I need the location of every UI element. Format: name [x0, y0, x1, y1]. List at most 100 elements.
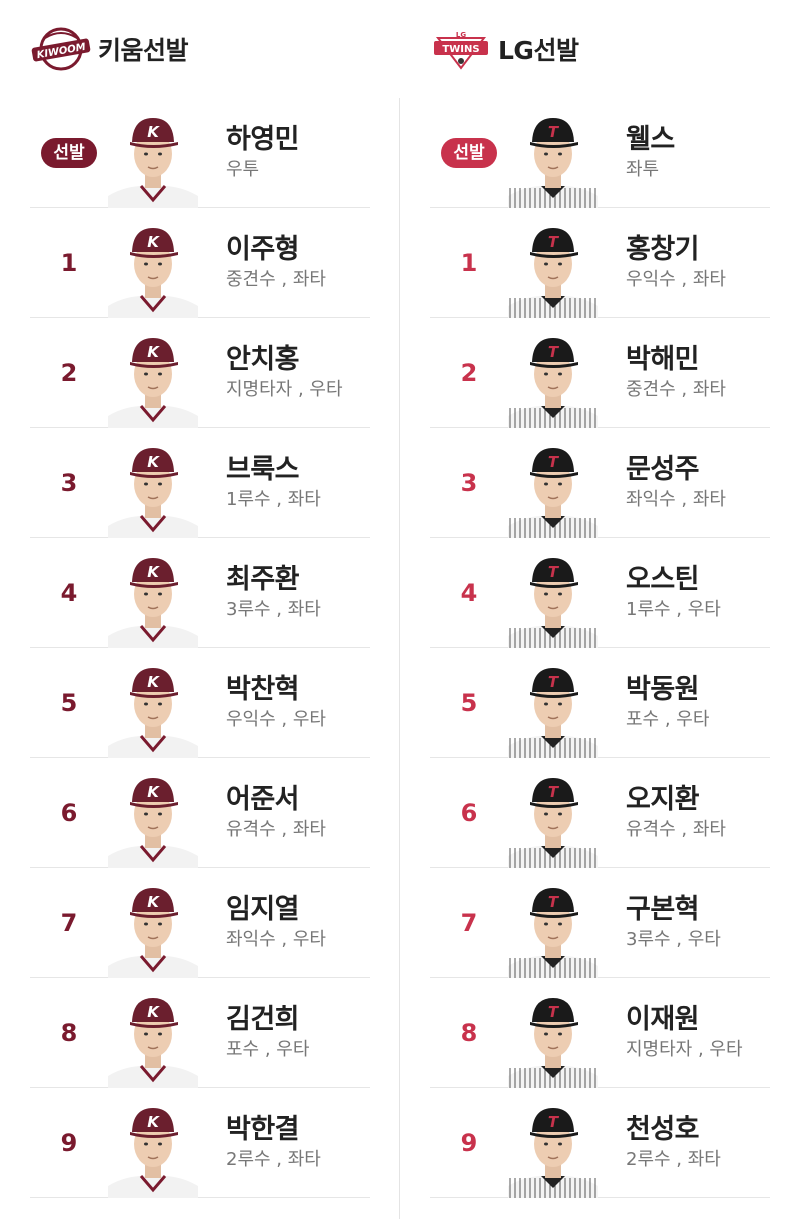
- player-row[interactable]: 6 K 어준서 유격수 , 좌타: [30, 758, 370, 868]
- player-row[interactable]: 1 T 홍창기 우익수 , 좌타: [430, 208, 770, 318]
- player-photo[interactable]: T: [508, 771, 598, 868]
- player-row[interactable]: 5 T 박동원 포수 , 우타: [430, 648, 770, 758]
- player-position-hand: 2루수 , 좌타: [626, 1148, 721, 1170]
- player-row[interactable]: 7 K 임지열 좌익수 , 우타: [30, 868, 370, 978]
- svg-text:K: K: [147, 1003, 160, 1021]
- player-name[interactable]: 이재원: [626, 1003, 743, 1037]
- player-row[interactable]: 8 K 김건희 포수 , 우타: [30, 978, 370, 1088]
- player-row[interactable]: 8 T 이재원 지명타자 , 우타: [430, 978, 770, 1088]
- svg-text:T: T: [548, 893, 560, 911]
- player-info: 이재원 지명타자 , 우타: [626, 1003, 743, 1063]
- player-name[interactable]: 문성주: [626, 453, 726, 487]
- player-name[interactable]: 하영민: [226, 123, 300, 157]
- starter-badge: 선발: [41, 137, 97, 168]
- batting-order-cell: 7: [30, 909, 108, 937]
- player-row[interactable]: 선발 T 웰스 좌투: [430, 98, 770, 208]
- player-photo[interactable]: T: [508, 661, 598, 758]
- player-photo[interactable]: K: [108, 551, 198, 648]
- svg-text:K: K: [147, 1113, 160, 1131]
- player-name[interactable]: 박한결: [226, 1113, 321, 1147]
- player-photo[interactable]: T: [508, 331, 598, 428]
- batting-order-cell: 3: [430, 469, 508, 497]
- player-name[interactable]: 박해민: [626, 343, 726, 377]
- player-photo[interactable]: K: [108, 771, 198, 868]
- player-name[interactable]: 최주환: [226, 563, 321, 597]
- player-name[interactable]: 천성호: [626, 1113, 721, 1147]
- player-row[interactable]: 3 K 브룩스 1루수 , 좌타: [30, 428, 370, 538]
- player-row[interactable]: 4 T 오스틴 1루수 , 우타: [430, 538, 770, 648]
- batting-order-cell: 2: [430, 359, 508, 387]
- player-photo[interactable]: K: [108, 881, 198, 978]
- batting-order-number: 5: [460, 688, 478, 717]
- player-photo[interactable]: T: [508, 551, 598, 648]
- player-name[interactable]: 이주형: [226, 233, 326, 267]
- svg-text:T: T: [548, 673, 560, 691]
- player-photo[interactable]: T: [508, 111, 598, 208]
- player-photo[interactable]: T: [508, 441, 598, 538]
- player-info: 최주환 3루수 , 좌타: [226, 563, 321, 623]
- player-name[interactable]: 브룩스: [226, 453, 321, 487]
- player-row[interactable]: 3 T 문성주 좌익수 , 좌타: [430, 428, 770, 538]
- batting-order-cell: 선발: [30, 137, 108, 168]
- batting-order-cell: 4: [30, 579, 108, 607]
- player-row[interactable]: 선발 K 하영민 우투: [30, 98, 370, 208]
- player-row[interactable]: 2 K 안치홍 지명타자 , 우타: [30, 318, 370, 428]
- svg-text:T: T: [548, 233, 560, 251]
- batting-order-number: 3: [60, 468, 78, 497]
- team-header: LG TWINS LG선발: [430, 0, 770, 98]
- batting-order-cell: 3: [30, 469, 108, 497]
- player-name[interactable]: 어준서: [226, 783, 326, 817]
- player-name[interactable]: 안치홍: [226, 343, 343, 377]
- player-position-hand: 지명타자 , 우타: [226, 378, 343, 400]
- player-photo[interactable]: T: [508, 1101, 598, 1198]
- kiwoom-logo-icon: KIWOOM: [30, 24, 92, 74]
- player-photo[interactable]: T: [508, 221, 598, 318]
- player-position-hand: 좌투: [626, 158, 660, 180]
- svg-text:K: K: [147, 893, 160, 911]
- svg-text:T: T: [548, 783, 560, 801]
- batting-order-cell: 1: [30, 249, 108, 277]
- player-info: 구본혁 3루수 , 우타: [626, 893, 721, 953]
- player-row[interactable]: 2 T 박해민 중견수 , 좌타: [430, 318, 770, 428]
- svg-text:K: K: [147, 123, 160, 141]
- player-row[interactable]: 7 T 구본혁 3루수 , 우타: [430, 868, 770, 978]
- player-photo[interactable]: K: [108, 221, 198, 318]
- player-photo[interactable]: K: [108, 331, 198, 428]
- batting-order-cell: 선발: [430, 137, 508, 168]
- batting-order-cell: 4: [430, 579, 508, 607]
- player-row[interactable]: 9 K 박한결 2루수 , 좌타: [30, 1088, 370, 1198]
- player-row[interactable]: 5 K 박찬혁 우익수 , 우타: [30, 648, 370, 758]
- player-photo[interactable]: K: [108, 1101, 198, 1198]
- player-name[interactable]: 박동원: [626, 673, 709, 707]
- player-info: 천성호 2루수 , 좌타: [626, 1113, 721, 1173]
- player-name[interactable]: 김건희: [226, 1003, 309, 1037]
- player-position-hand: 1루수 , 좌타: [226, 488, 321, 510]
- player-photo[interactable]: K: [108, 111, 198, 208]
- svg-text:K: K: [147, 563, 160, 581]
- lg-lineup: LG TWINS LG선발 선발 T 웰스 좌투 1 T 홍창기 우익수 , 좌타 2 T 박해민 중…: [430, 0, 770, 1198]
- svg-text:K: K: [147, 343, 160, 361]
- team-title: 키움선발: [98, 36, 189, 65]
- svg-text:T: T: [548, 1113, 560, 1131]
- player-position-hand: 3루수 , 우타: [626, 928, 721, 950]
- player-name[interactable]: 구본혁: [626, 893, 721, 927]
- player-row[interactable]: 1 K 이주형 중견수 , 좌타: [30, 208, 370, 318]
- player-position-hand: 포수 , 우타: [226, 1038, 310, 1060]
- player-row[interactable]: 4 K 최주환 3루수 , 좌타: [30, 538, 370, 648]
- player-name[interactable]: 홍창기: [626, 233, 726, 267]
- player-name[interactable]: 임지열: [226, 893, 326, 927]
- batting-order-number: 7: [60, 908, 78, 937]
- player-photo[interactable]: T: [508, 991, 598, 1088]
- svg-text:K: K: [147, 673, 160, 691]
- player-name[interactable]: 오지환: [626, 783, 726, 817]
- player-info: 홍창기 우익수 , 좌타: [626, 233, 726, 293]
- player-row[interactable]: 6 T 오지환 유격수 , 좌타: [430, 758, 770, 868]
- player-row[interactable]: 9 T 천성호 2루수 , 좌타: [430, 1088, 770, 1198]
- player-name[interactable]: 오스틴: [626, 563, 721, 597]
- player-photo[interactable]: K: [108, 441, 198, 538]
- player-name[interactable]: 박찬혁: [226, 673, 326, 707]
- player-name[interactable]: 웰스: [626, 123, 675, 157]
- player-photo[interactable]: K: [108, 991, 198, 1088]
- player-photo[interactable]: K: [108, 661, 198, 758]
- player-photo[interactable]: T: [508, 881, 598, 978]
